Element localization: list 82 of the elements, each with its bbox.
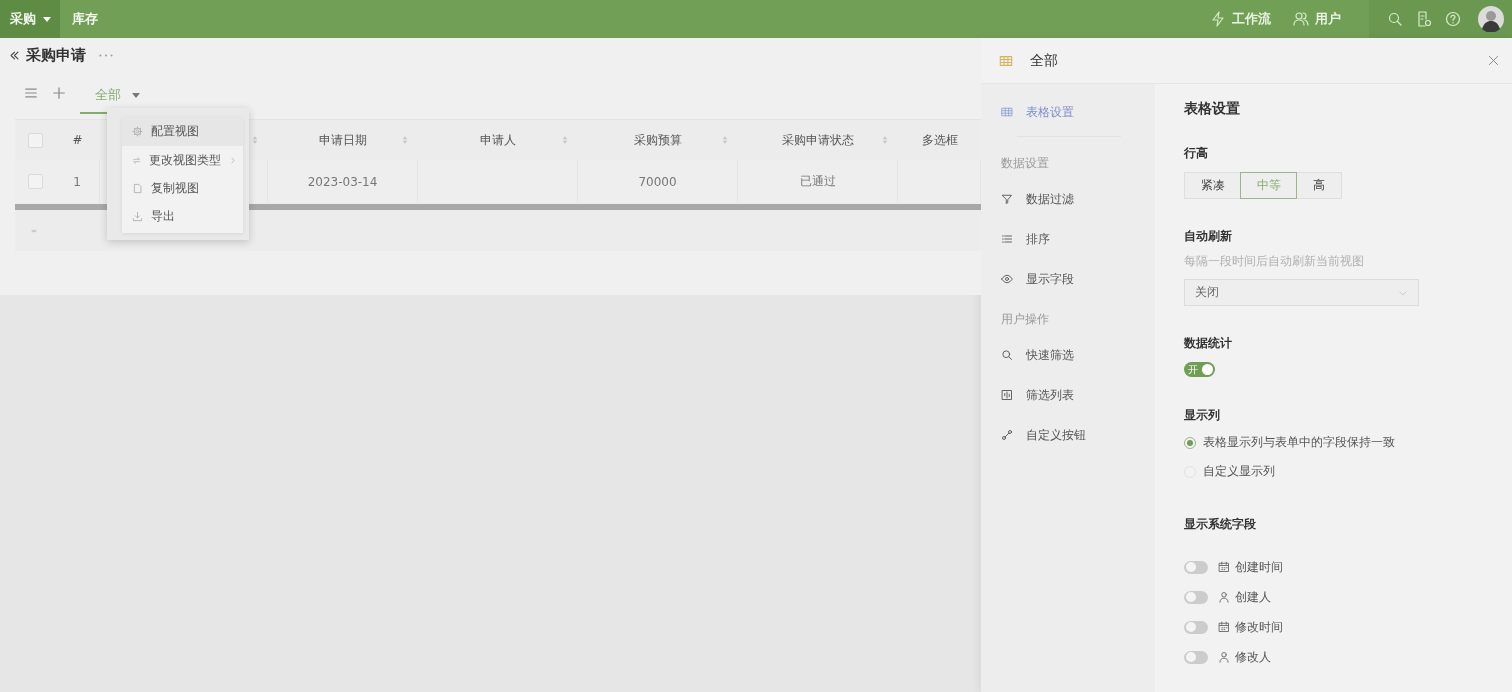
board-icon <box>1001 389 1013 401</box>
field-name: 创建人 <box>1235 588 1271 606</box>
sort-icon[interactable] <box>882 135 888 145</box>
toggle-switch[interactable] <box>1184 560 1208 574</box>
back-icon[interactable] <box>9 49 20 61</box>
field-label: 数据统计 <box>1184 335 1232 352</box>
list-icon <box>1001 233 1013 245</box>
more-icon[interactable] <box>98 52 114 58</box>
add-icon[interactable] <box>52 86 66 100</box>
field-label: 自动刷新 <box>1184 228 1232 245</box>
column-header[interactable]: 申请人 <box>480 131 516 149</box>
calendar-icon <box>1218 561 1230 573</box>
menu-item[interactable]: 导出 <box>122 202 243 231</box>
grid-icon <box>1001 106 1013 118</box>
menu-item[interactable]: 更改视图类型 <box>122 146 243 174</box>
avatar[interactable] <box>1478 6 1504 32</box>
nav-item[interactable]: 显示字段 <box>1001 259 1155 299</box>
search-icon <box>1001 349 1013 361</box>
field-label: 显示系统字段 <box>1184 516 1256 533</box>
section-title: 表格设置 <box>1184 100 1240 118</box>
help-icon[interactable] <box>1445 11 1461 27</box>
link-icon <box>1001 429 1013 441</box>
copy-icon <box>132 182 143 194</box>
chevron-icon <box>229 155 237 165</box>
segment-option[interactable]: 高 <box>1296 172 1342 199</box>
field-name: 修改人 <box>1235 648 1271 666</box>
nav-item[interactable]: 筛选列表 <box>1001 375 1155 415</box>
toggle-switch[interactable] <box>1184 590 1208 604</box>
column-header: 多选框 <box>921 131 958 149</box>
document-icon[interactable] <box>1416 11 1432 27</box>
nav-item[interactable]: 数据过滤 <box>1001 179 1155 219</box>
sort-icon[interactable] <box>562 135 568 145</box>
eye-icon <box>1001 273 1013 285</box>
table-cell: 2023-03-14 <box>307 174 378 189</box>
radio-button[interactable] <box>1184 436 1196 449</box>
close-icon[interactable] <box>1487 54 1500 67</box>
sort-icon[interactable] <box>252 135 258 145</box>
calendar-icon <box>1218 621 1230 633</box>
nav-item[interactable]: 排序 <box>1001 219 1155 259</box>
page-title: 采购申请 <box>26 45 86 65</box>
checkbox[interactable] <box>27 174 43 189</box>
menu-item[interactable]: 配置视图 <box>122 117 243 146</box>
field-name: 创建时间 <box>1235 558 1283 576</box>
column-header[interactable]: 采购预算 <box>634 131 682 149</box>
gear-icon <box>132 126 143 137</box>
panel-title: 全部 <box>1030 51 1058 70</box>
sort-icon[interactable] <box>402 135 408 145</box>
checkbox[interactable] <box>27 132 43 148</box>
menu-item[interactable]: 复制视图 <box>122 174 243 202</box>
users-icon <box>1293 11 1309 27</box>
radio-label: 自定义显示列 <box>1203 463 1275 480</box>
sort-icon[interactable] <box>722 135 728 145</box>
field-label: 行高 <box>1184 145 1208 162</box>
caret-icon <box>42 14 52 24</box>
app-tab[interactable]: 采购 <box>0 0 60 38</box>
person-icon <box>1218 591 1230 603</box>
table-cell: 已通过 <box>799 173 836 190</box>
menu-icon[interactable] <box>24 86 38 100</box>
column-header[interactable]: 申请日期 <box>319 131 367 149</box>
radio-label: 表格显示列与表单中的字段保持一致 <box>1203 434 1395 451</box>
caret-icon <box>131 90 141 100</box>
toggle-switch[interactable] <box>1184 650 1208 664</box>
column-header[interactable]: 采购申请状态 <box>782 131 854 149</box>
field-label: 显示列 <box>1184 407 1220 424</box>
field-name: 修改时间 <box>1235 618 1283 636</box>
person-icon <box>1218 651 1230 663</box>
nav-item[interactable]: 自定义按钮 <box>1001 415 1155 455</box>
swap-icon <box>132 154 142 166</box>
download-icon <box>132 211 143 222</box>
toggle-switch[interactable] <box>1184 620 1208 634</box>
search-icon[interactable] <box>1387 11 1403 27</box>
section-label: 数据设置 <box>1001 154 1050 172</box>
lightning-icon <box>1210 11 1226 27</box>
table-cell: 70000 <box>638 174 677 189</box>
grid-icon <box>999 53 1013 68</box>
select-field[interactable]: 关闭 <box>1184 279 1419 306</box>
column-header: # <box>72 133 83 147</box>
table-cell: 1 <box>73 174 81 189</box>
funnel-icon <box>1001 193 1013 205</box>
section-label: 用户操作 <box>1001 310 1050 328</box>
segment-option[interactable]: 紧凑 <box>1184 172 1241 199</box>
nav-item[interactable]: 快速筛选 <box>1001 335 1155 375</box>
